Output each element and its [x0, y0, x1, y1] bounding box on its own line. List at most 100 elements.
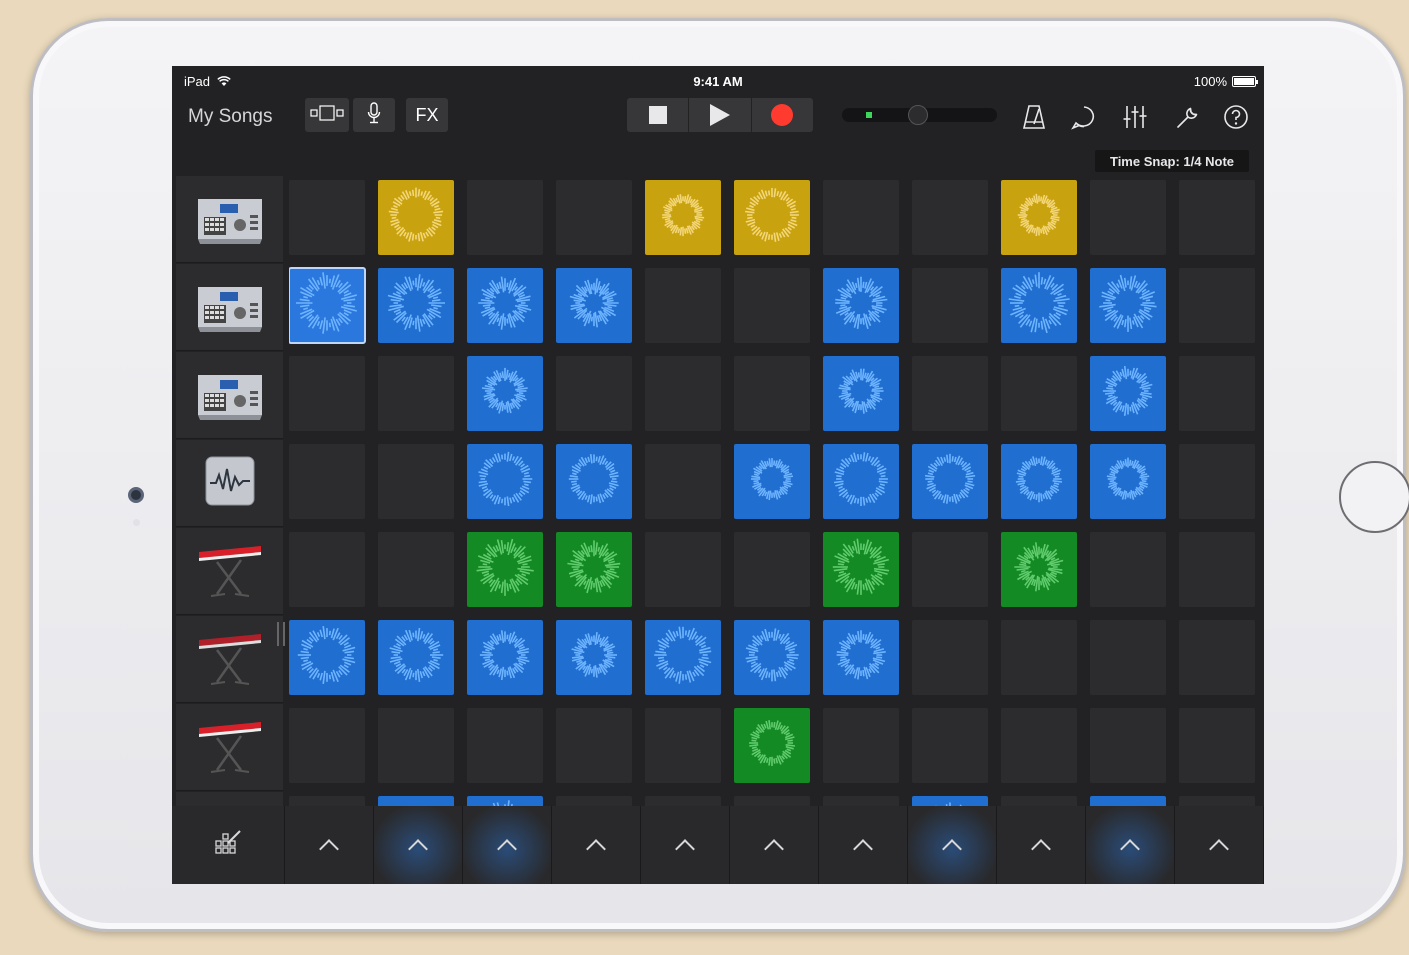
- empty-cell[interactable]: [823, 708, 899, 783]
- loop-cell-blue[interactable]: [645, 620, 721, 695]
- track-header-drum-machine[interactable]: [176, 352, 283, 439]
- empty-cell[interactable]: [556, 356, 632, 431]
- column-trigger-button[interactable]: [1086, 806, 1175, 884]
- column-trigger-button[interactable]: [1175, 806, 1264, 884]
- empty-cell[interactable]: [1001, 356, 1077, 431]
- loop-cell-blue[interactable]: [734, 444, 810, 519]
- empty-cell[interactable]: [1179, 532, 1255, 607]
- empty-cell[interactable]: [289, 708, 365, 783]
- empty-cell[interactable]: [912, 180, 988, 255]
- loop-cell-green[interactable]: [556, 532, 632, 607]
- empty-cell[interactable]: [645, 268, 721, 343]
- mixer-icon[interactable]: [1122, 104, 1148, 130]
- column-trigger-button[interactable]: [374, 806, 463, 884]
- loop-cell-blue[interactable]: [823, 356, 899, 431]
- loop-cell-green[interactable]: [734, 708, 810, 783]
- loop-cell-selected[interactable]: [289, 267, 366, 344]
- volume-knob[interactable]: [908, 105, 928, 125]
- loop-cell-blue[interactable]: [1090, 444, 1166, 519]
- play-button[interactable]: [689, 98, 752, 132]
- loop-cell-yellow[interactable]: [734, 180, 810, 255]
- empty-cell[interactable]: [645, 708, 721, 783]
- loop-browser-icon[interactable]: [1071, 104, 1097, 130]
- track-header-audio-recorder[interactable]: [176, 440, 283, 527]
- empty-cell[interactable]: [289, 444, 365, 519]
- loop-cell-blue[interactable]: [378, 268, 454, 343]
- loop-cell-blue[interactable]: [467, 356, 543, 431]
- empty-cell[interactable]: [912, 532, 988, 607]
- loop-cell-blue[interactable]: [467, 444, 543, 519]
- empty-cell[interactable]: [645, 532, 721, 607]
- master-volume-slider[interactable]: [842, 105, 997, 125]
- empty-cell[interactable]: [1179, 268, 1255, 343]
- fx-button[interactable]: FX: [406, 98, 448, 132]
- loop-cell-blue[interactable]: [556, 268, 632, 343]
- column-trigger-button[interactable]: [463, 806, 552, 884]
- empty-cell[interactable]: [378, 708, 454, 783]
- empty-cell[interactable]: [467, 180, 543, 255]
- loop-cell-yellow[interactable]: [1001, 180, 1077, 255]
- time-snap-label[interactable]: Time Snap: 1/4 Note: [1095, 150, 1249, 172]
- column-resize-handle[interactable]: [277, 622, 285, 646]
- track-header-keyboard[interactable]: [176, 616, 283, 703]
- my-songs-button[interactable]: My Songs: [188, 106, 272, 128]
- empty-cell[interactable]: [1090, 532, 1166, 607]
- empty-cell[interactable]: [734, 268, 810, 343]
- empty-cell[interactable]: [289, 180, 365, 255]
- empty-cell[interactable]: [378, 532, 454, 607]
- empty-cell[interactable]: [289, 356, 365, 431]
- home-button[interactable]: [1339, 461, 1409, 533]
- empty-cell[interactable]: [912, 268, 988, 343]
- empty-cell[interactable]: [1179, 444, 1255, 519]
- empty-cell[interactable]: [289, 532, 365, 607]
- loop-cell-green[interactable]: [467, 532, 543, 607]
- empty-cell[interactable]: [556, 180, 632, 255]
- loop-cell-blue[interactable]: [556, 620, 632, 695]
- metronome-icon[interactable]: [1021, 104, 1047, 130]
- track-header-drum-machine[interactable]: [176, 264, 283, 351]
- loop-cell-blue[interactable]: [289, 620, 365, 695]
- loop-cell-blue[interactable]: [467, 620, 543, 695]
- loop-cell-yellow[interactable]: [645, 180, 721, 255]
- loop-cell-blue[interactable]: [734, 620, 810, 695]
- column-trigger-button[interactable]: [819, 806, 908, 884]
- empty-cell[interactable]: [1001, 708, 1077, 783]
- empty-cell[interactable]: [1090, 708, 1166, 783]
- loop-cell-green[interactable]: [823, 532, 899, 607]
- grid-edit-button[interactable]: [172, 806, 285, 884]
- empty-cell[interactable]: [556, 708, 632, 783]
- loop-cell-green[interactable]: [1001, 532, 1077, 607]
- empty-cell[interactable]: [823, 180, 899, 255]
- empty-cell[interactable]: [378, 356, 454, 431]
- loop-cell-blue[interactable]: [912, 444, 988, 519]
- record-button[interactable]: [752, 98, 813, 132]
- loop-cell-blue[interactable]: [1090, 356, 1166, 431]
- empty-cell[interactable]: [1001, 620, 1077, 695]
- empty-cell[interactable]: [912, 356, 988, 431]
- help-icon[interactable]: [1223, 104, 1249, 130]
- column-trigger-button[interactable]: [285, 806, 374, 884]
- empty-cell[interactable]: [645, 444, 721, 519]
- empty-cell[interactable]: [734, 356, 810, 431]
- loop-cell-blue[interactable]: [556, 444, 632, 519]
- empty-cell[interactable]: [467, 708, 543, 783]
- empty-cell[interactable]: [1179, 356, 1255, 431]
- empty-cell[interactable]: [1179, 180, 1255, 255]
- loop-cell-blue[interactable]: [823, 444, 899, 519]
- loop-cell-blue[interactable]: [1001, 444, 1077, 519]
- column-trigger-button[interactable]: [552, 806, 641, 884]
- column-trigger-button[interactable]: [641, 806, 730, 884]
- loop-cell-yellow[interactable]: [378, 180, 454, 255]
- empty-cell[interactable]: [1090, 180, 1166, 255]
- empty-cell[interactable]: [734, 532, 810, 607]
- empty-cell[interactable]: [1179, 620, 1255, 695]
- loop-cell-blue[interactable]: [467, 268, 543, 343]
- column-trigger-button[interactable]: [997, 806, 1086, 884]
- column-trigger-button[interactable]: [908, 806, 997, 884]
- view-toggle-button[interactable]: [305, 98, 349, 132]
- empty-cell[interactable]: [912, 708, 988, 783]
- track-header-drum-machine[interactable]: [176, 176, 283, 263]
- loop-cell-blue[interactable]: [823, 620, 899, 695]
- settings-wrench-icon[interactable]: [1175, 104, 1201, 130]
- empty-cell[interactable]: [1179, 708, 1255, 783]
